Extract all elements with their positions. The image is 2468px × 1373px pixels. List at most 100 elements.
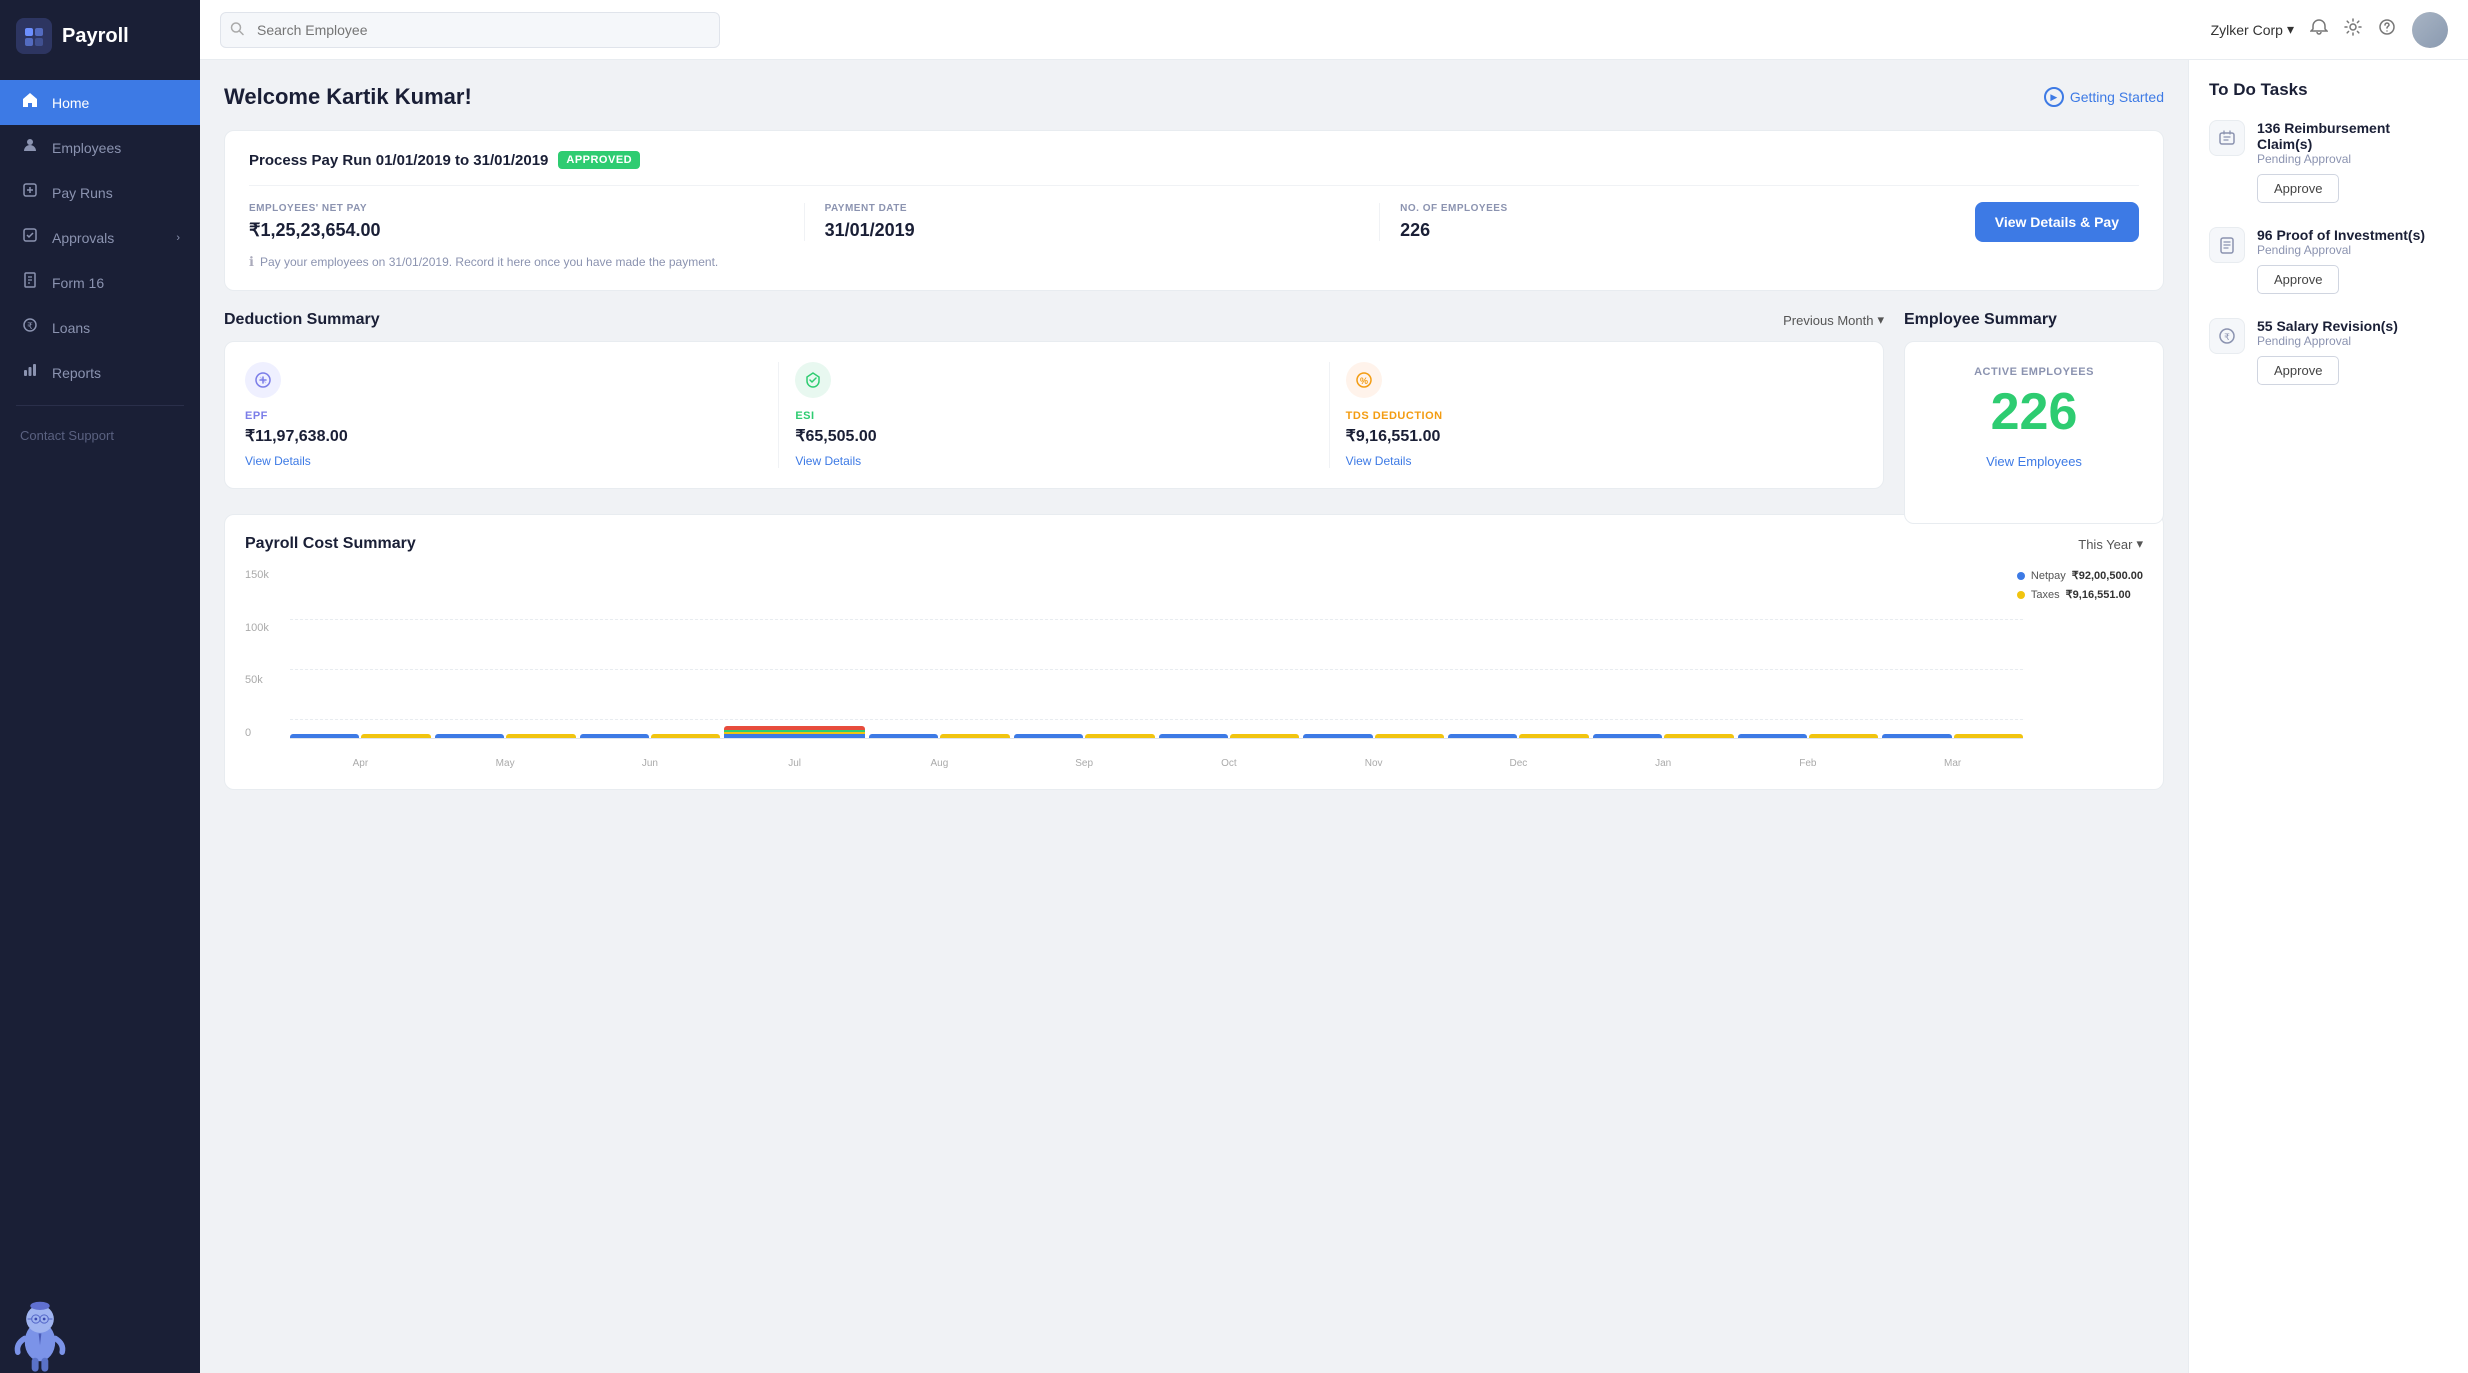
payment-date-value: 31/01/2019: [825, 220, 1360, 241]
deduction-section: Deduction Summary Previous Month ▾: [224, 311, 1884, 494]
salary-count: 55 Salary Revision(s): [2257, 318, 2448, 334]
chevron-down-icon-2: ▾: [1877, 312, 1884, 328]
chart-x-label: Apr: [290, 758, 431, 769]
num-employees-detail: NO. OF EMPLOYEES 226: [1400, 203, 1955, 241]
summary-row: Deduction Summary Previous Month ▾: [224, 311, 2164, 494]
payroll-cost-chart: 150k 100k 50k 0 AprMayJunJulAugSepOctNov…: [245, 569, 2143, 769]
sidebar-item-payruns-label: Pay Runs: [52, 185, 113, 201]
tds-item: % TDS DEDUCTION ₹9,16,551.00 View Detail…: [1346, 362, 1863, 468]
legend-netpay-label: Netpay: [2031, 570, 2066, 582]
chart-bar-group: [1882, 734, 2023, 738]
sidebar-item-loans-label: Loans: [52, 320, 90, 336]
pay-info: ℹ Pay your employees on 31/01/2019. Reco…: [249, 254, 2139, 270]
chart-bar-group: [1159, 734, 1300, 738]
sidebar-item-reports[interactable]: Reports: [0, 350, 200, 395]
main-area: Zylker Corp ▾: [200, 0, 2468, 1373]
chart-bar-group: [1738, 734, 1879, 738]
net-pay-label: EMPLOYEES' NET PAY: [249, 203, 784, 214]
epf-label: EPF: [245, 410, 762, 422]
salary-approve-button[interactable]: Approve: [2257, 356, 2339, 385]
sidebar-item-form16[interactable]: Form 16: [0, 260, 200, 305]
sidebar-item-employees[interactable]: Employees: [0, 125, 200, 170]
view-details-pay-button[interactable]: View Details & Pay: [1975, 202, 2139, 242]
chart-bar-group: [869, 734, 1010, 738]
employee-card: ACTIVE EMPLOYEES 226 View Employees: [1904, 341, 2164, 524]
getting-started-button[interactable]: ▶ Getting Started: [2044, 87, 2164, 107]
salary-icon: ₹: [2209, 318, 2245, 354]
app-logo[interactable]: Payroll: [0, 0, 200, 72]
payment-date-label: PAYMENT DATE: [825, 203, 1360, 214]
deduction-period-select[interactable]: Previous Month ▾: [1783, 312, 1884, 328]
view-employees-link[interactable]: View Employees: [1925, 454, 2143, 469]
chart-bar-group: [1014, 734, 1155, 738]
approvals-icon: [20, 227, 40, 248]
company-selector[interactable]: Zylker Corp ▾: [2211, 21, 2294, 38]
chart-bar-yellow: [1519, 734, 1588, 738]
welcome-title: Welcome Kartik Kumar!: [224, 84, 472, 110]
search-icon: [230, 21, 244, 38]
approved-badge: APPROVED: [558, 151, 640, 169]
reports-icon: [20, 362, 40, 383]
chart-bar-group: [1593, 734, 1734, 738]
sidebar-item-loans[interactable]: ₹ Loans: [0, 305, 200, 350]
chart-x-label: Jan: [1593, 758, 1734, 769]
chart-bar-blue: [290, 734, 359, 738]
logo-icon: [16, 18, 52, 54]
pay-run-header: Process Pay Run 01/01/2019 to 31/01/2019…: [249, 151, 2139, 169]
chart-bar-blue: [1303, 734, 1372, 738]
topbar: Zylker Corp ▾: [200, 0, 2468, 60]
epf-value: ₹11,97,638.00: [245, 426, 762, 446]
user-avatar[interactable]: [2412, 12, 2448, 48]
nav-separator: [16, 405, 184, 406]
chart-bar-yellow: [506, 734, 575, 738]
search-input[interactable]: [220, 12, 720, 48]
employee-section-title: Employee Summary: [1904, 311, 2057, 329]
investment-icon: [2209, 227, 2245, 263]
employee-section: Employee Summary ACTIVE EMPLOYEES 226 Vi…: [1904, 311, 2164, 494]
y-label-100k: 100k: [245, 622, 285, 634]
chevron-down-icon: ▾: [2287, 21, 2294, 38]
investment-sub: Pending Approval: [2257, 243, 2448, 257]
reimbursement-sub: Pending Approval: [2257, 152, 2448, 166]
tds-view-details[interactable]: View Details: [1346, 454, 1863, 468]
reimbursement-approve-button[interactable]: Approve: [2257, 174, 2339, 203]
chart-bar-blue: [1593, 734, 1662, 738]
notification-icon[interactable]: [2310, 18, 2328, 41]
todo-item-reimbursement: 136 Reimbursement Claim(s) Pending Appro…: [2209, 120, 2448, 203]
esi-view-details[interactable]: View Details: [795, 454, 1312, 468]
tds-value: ₹9,16,551.00: [1346, 426, 1863, 446]
net-pay-value: ₹1,25,23,654.00: [249, 220, 784, 241]
pay-info-text: Pay your employees on 31/01/2019. Record…: [260, 255, 718, 269]
chart-x-label: Jun: [580, 758, 721, 769]
svg-text:₹: ₹: [2224, 332, 2230, 342]
sidebar-item-home-label: Home: [52, 95, 89, 111]
sidebar-item-payruns[interactable]: Pay Runs: [0, 170, 200, 215]
mascot: [0, 1273, 200, 1373]
sidebar-item-approvals[interactable]: Approvals ›: [0, 215, 200, 260]
payroll-cost-period-select[interactable]: This Year ▾: [2078, 536, 2143, 552]
reimbursement-count: 136 Reimbursement Claim(s): [2257, 120, 2448, 152]
todo-item-investment: 96 Proof of Investment(s) Pending Approv…: [2209, 227, 2448, 294]
contact-support[interactable]: Contact Support: [0, 416, 200, 455]
esi-label: ESI: [795, 410, 1312, 422]
investment-count: 96 Proof of Investment(s): [2257, 227, 2448, 243]
y-label-0: 0: [245, 727, 285, 739]
legend-netpay: Netpay ₹92,00,500.00: [2017, 569, 2143, 582]
chart-bar-yellow: [1664, 734, 1733, 738]
chart-legend: Netpay ₹92,00,500.00 Taxes ₹9,16,551.00: [2017, 569, 2143, 607]
pay-run-details: EMPLOYEES' NET PAY ₹1,25,23,654.00 PAYME…: [249, 185, 2139, 242]
investment-approve-button[interactable]: Approve: [2257, 265, 2339, 294]
epf-view-details[interactable]: View Details: [245, 454, 762, 468]
chart-x-label: Nov: [1303, 758, 1444, 769]
todo-title: To Do Tasks: [2209, 80, 2448, 100]
settings-icon[interactable]: [2344, 18, 2362, 41]
help-icon[interactable]: [2378, 18, 2396, 41]
epf-item: EPF ₹11,97,638.00 View Details: [245, 362, 779, 468]
chart-bars: [290, 569, 2023, 739]
sidebar-item-home[interactable]: Home: [0, 80, 200, 125]
pay-run-dates: 01/01/2019 to 31/01/2019: [376, 152, 549, 169]
active-employees-count: 226: [1925, 386, 2143, 438]
investment-content: 96 Proof of Investment(s) Pending Approv…: [2257, 227, 2448, 294]
chart-x-label: Sep: [1014, 758, 1155, 769]
chart-x-label: Jul: [724, 758, 865, 769]
